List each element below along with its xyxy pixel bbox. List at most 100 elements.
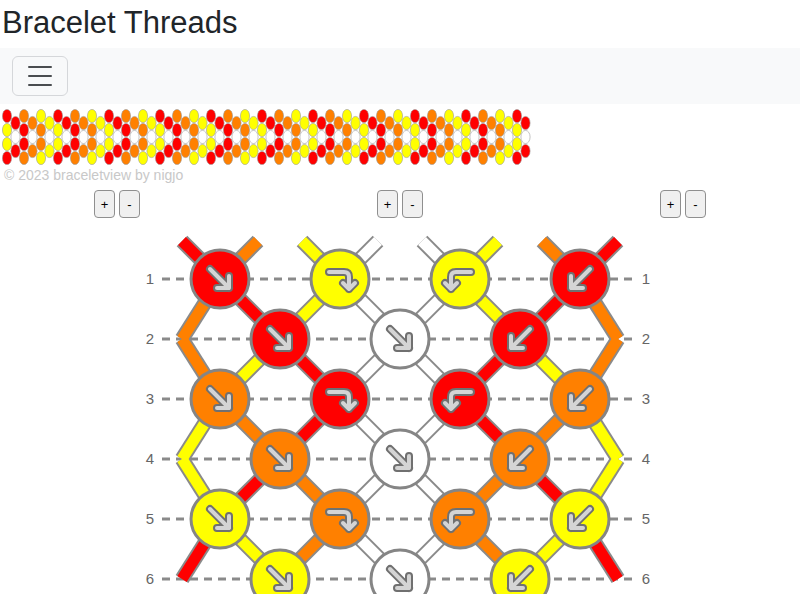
preview-knot	[504, 130, 513, 143]
preview-knot	[62, 144, 71, 157]
preview-knot	[249, 144, 258, 157]
preview-knot	[308, 151, 317, 164]
preview-knot	[164, 130, 173, 143]
preview-knot	[87, 109, 96, 122]
knot[interactable]	[371, 550, 429, 594]
knot[interactable]	[491, 310, 549, 368]
knot[interactable]	[431, 250, 489, 308]
preview-knot	[147, 144, 156, 157]
knot[interactable]	[431, 370, 489, 428]
arrow-icon	[329, 512, 355, 529]
knot[interactable]	[251, 550, 309, 594]
preview-knot	[181, 130, 190, 143]
minus-button[interactable]: -	[119, 190, 140, 218]
knot[interactable]	[551, 490, 609, 548]
preview-knot	[104, 151, 113, 164]
preview-knot	[257, 109, 266, 122]
preview-knot	[79, 116, 88, 129]
preview-knot	[232, 116, 241, 129]
preview-knot	[155, 137, 164, 150]
preview-knot	[402, 116, 411, 129]
preview-knot	[138, 151, 147, 164]
knot[interactable]	[491, 550, 549, 594]
preview-knot	[215, 116, 224, 129]
preview-knot	[19, 123, 28, 136]
preview-knot	[87, 151, 96, 164]
preview-knot	[19, 109, 28, 122]
preview-knot	[36, 123, 45, 136]
minus-button[interactable]: -	[402, 190, 423, 218]
preview-knot	[240, 151, 249, 164]
preview-knot	[351, 144, 360, 157]
knot[interactable]	[371, 430, 429, 488]
knot[interactable]	[191, 370, 249, 428]
preview-knot	[2, 151, 11, 164]
knot[interactable]	[311, 490, 369, 548]
preview-knot	[19, 137, 28, 150]
knot[interactable]	[191, 250, 249, 308]
preview-knot	[342, 137, 351, 150]
knot[interactable]	[191, 490, 249, 548]
preview-knot	[359, 109, 368, 122]
preview-knot	[512, 123, 521, 136]
arrow-icon	[445, 392, 471, 409]
plus-button[interactable]: +	[94, 190, 115, 218]
preview-knot	[495, 137, 504, 150]
preview-knot	[104, 109, 113, 122]
preview-knot	[257, 123, 266, 136]
row-label: 1	[146, 270, 154, 287]
preview-knot	[28, 130, 37, 143]
preview-knot	[189, 151, 198, 164]
preview-knot	[223, 109, 232, 122]
preview-knot	[419, 144, 428, 157]
control-pair: +-	[377, 190, 423, 218]
preview-knot	[130, 144, 139, 157]
preview-knot	[96, 130, 105, 143]
arrow-icon	[511, 449, 530, 468]
plus-button[interactable]: +	[660, 190, 681, 218]
knot[interactable]	[371, 310, 429, 368]
menu-toggle-button[interactable]	[12, 56, 68, 96]
knot[interactable]	[311, 250, 369, 308]
row-label: 4	[146, 450, 154, 467]
row-label: 4	[642, 450, 650, 467]
knot[interactable]	[551, 370, 609, 428]
preview-knot	[342, 151, 351, 164]
preview-knot	[28, 144, 37, 157]
row-label: 2	[642, 330, 650, 347]
preview-knot	[274, 137, 283, 150]
preview-knot	[11, 116, 20, 129]
preview-knot	[155, 123, 164, 136]
preview-knot	[147, 116, 156, 129]
preview-knot	[70, 151, 79, 164]
plus-button[interactable]: +	[377, 190, 398, 218]
preview-knot	[470, 144, 479, 157]
knot[interactable]	[251, 310, 309, 368]
preview-knot	[393, 109, 402, 122]
preview-knot	[257, 137, 266, 150]
preview-knot	[11, 144, 20, 157]
knot[interactable]	[491, 430, 549, 488]
preview-knot	[444, 151, 453, 164]
preview-knot	[308, 137, 317, 150]
knot[interactable]	[431, 490, 489, 548]
preview-knot	[419, 116, 428, 129]
arrow-icon	[390, 329, 409, 348]
preview-knot	[172, 137, 181, 150]
preview-knot	[121, 151, 130, 164]
knot[interactable]	[251, 430, 309, 488]
preview-knot	[138, 123, 147, 136]
preview-knot	[300, 144, 309, 157]
knot[interactable]	[311, 370, 369, 428]
preview-knot	[478, 151, 487, 164]
preview-knot	[70, 123, 79, 136]
preview-knot	[376, 109, 385, 122]
preview-knot	[427, 123, 436, 136]
preview-knot	[478, 137, 487, 150]
preview-knot	[172, 123, 181, 136]
preview-knot	[130, 130, 139, 143]
minus-button[interactable]: -	[685, 190, 706, 218]
knot[interactable]	[551, 250, 609, 308]
preview-knot	[308, 123, 317, 136]
preview-knot	[155, 151, 164, 164]
